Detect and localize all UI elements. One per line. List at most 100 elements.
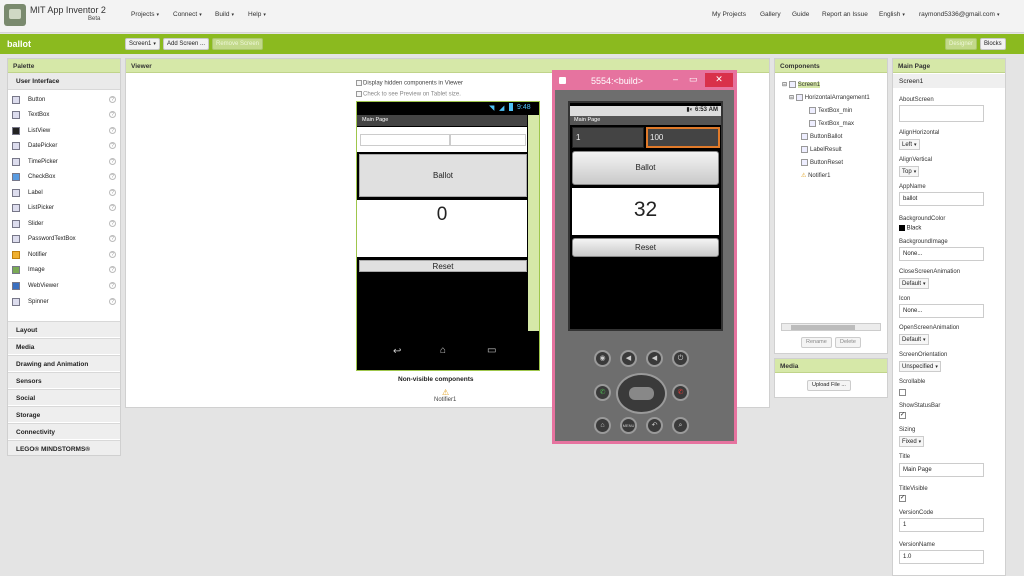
horizontal-scrollbar[interactable] — [781, 323, 881, 331]
icon-field[interactable]: None... — [899, 304, 984, 318]
palette-item-webviewer[interactable]: WebViewer? — [8, 279, 120, 294]
titlevisible-checkbox[interactable]: ✓ — [899, 495, 906, 502]
link-gallery[interactable]: Gallery — [760, 11, 781, 18]
palette-item-datepicker[interactable]: DatePicker? — [8, 139, 120, 154]
palette-category-layout[interactable]: Layout — [8, 321, 120, 337]
volume-up-icon[interactable]: ◀ — [646, 350, 663, 367]
call-icon[interactable]: ✆ — [594, 384, 611, 401]
palette-category-social[interactable]: Social — [8, 389, 120, 405]
back-icon[interactable]: ↩ — [393, 346, 401, 357]
appname-field[interactable]: ballot — [899, 192, 984, 206]
tree-button-reset[interactable]: ButtonReset — [801, 159, 843, 166]
tree-horizontal-arrangement[interactable]: ⊟ HorizontalArrangement1 — [789, 94, 870, 101]
palette-category-drawing[interactable]: Drawing and Animation — [8, 355, 120, 371]
backgroundimage-field[interactable]: None... — [899, 247, 984, 261]
versioncode-field[interactable]: 1 — [899, 518, 984, 532]
preview-scrollbar[interactable] — [528, 115, 539, 331]
designer-button[interactable]: Designer — [945, 38, 978, 50]
palette-item-spinner[interactable]: Spinner? — [8, 295, 120, 310]
end-call-icon[interactable]: ✆ — [672, 384, 689, 401]
language-menu[interactable]: English ▾ — [879, 11, 905, 18]
help-icon[interactable]: ? — [109, 220, 116, 227]
palette-category-lego[interactable]: LEGO® MINDSTORMS® — [8, 440, 120, 455]
tree-textbox-min[interactable]: TextBox_min — [809, 107, 852, 114]
add-screen-button[interactable]: Add Screen ... — [163, 38, 210, 50]
menu-build[interactable]: Build ▾ — [215, 11, 234, 18]
palette-item-button[interactable]: Button? — [8, 93, 120, 108]
title-field[interactable]: Main Page — [899, 463, 984, 477]
help-icon[interactable]: ? — [109, 235, 116, 242]
menu-help[interactable]: Help ▾ — [248, 11, 266, 18]
checkbox[interactable] — [356, 80, 362, 86]
palette-item-textbox[interactable]: TextBox? — [8, 108, 120, 123]
notifier-label[interactable]: Notifier1 — [434, 397, 456, 403]
aboutscreen-textarea[interactable] — [899, 105, 984, 122]
help-icon[interactable]: ? — [109, 282, 116, 289]
link-guide[interactable]: Guide — [792, 11, 809, 18]
palette-category-media[interactable]: Media — [8, 338, 120, 354]
palette-item-label[interactable]: Label? — [8, 186, 120, 201]
alignhorizontal-dropdown[interactable]: Left ▾ — [899, 139, 920, 150]
link-report-issue[interactable]: Report an Issue — [822, 11, 868, 18]
palette-item-timepicker[interactable]: TimePicker? — [8, 155, 120, 170]
emulator-textbox-max[interactable]: 100 — [646, 127, 720, 148]
rename-button[interactable]: Rename — [801, 337, 832, 348]
remove-screen-button[interactable]: Remove Screen — [212, 38, 264, 50]
palette-item-image[interactable]: Image? — [8, 263, 120, 278]
tree-notifier[interactable]: ⚠ Notifier1 — [801, 172, 830, 179]
scrollbar-thumb[interactable] — [791, 325, 855, 330]
versionname-field[interactable]: 1.0 — [899, 550, 984, 564]
help-icon[interactable]: ? — [109, 158, 116, 165]
palette-item-passwordtextbox[interactable]: PasswordTextBox? — [8, 232, 120, 247]
screenorientation-dropdown[interactable]: Unspecified ▾ — [899, 361, 941, 372]
upload-file-button[interactable]: Upload File ... — [807, 380, 851, 391]
menu-key[interactable]: MENU — [620, 417, 637, 434]
tree-textbox-max[interactable]: TextBox_max — [809, 120, 854, 127]
volume-down-icon[interactable]: ◀ — [620, 350, 637, 367]
dpad-center[interactable] — [629, 387, 654, 400]
tree-button-ballot[interactable]: ButtonBallot — [801, 133, 842, 140]
account-menu[interactable]: raymond5336@gmail.com ▾ — [919, 11, 999, 18]
result-label-preview[interactable]: 0 — [357, 200, 527, 257]
camera-icon[interactable]: ◉ — [594, 350, 611, 367]
tablet-preview-option[interactable]: Check to see Preview on Tablet size. — [356, 91, 461, 98]
palette-item-listview[interactable]: ListView? — [8, 124, 120, 139]
openscreenanimation-dropdown[interactable]: Default ▾ — [899, 334, 929, 345]
close-icon[interactable]: ✕ — [705, 73, 733, 87]
palette-item-slider[interactable]: Slider? — [8, 217, 120, 232]
help-icon[interactable]: ? — [109, 298, 116, 305]
help-icon[interactable]: ? — [109, 142, 116, 149]
minimize-icon[interactable]: – — [673, 74, 678, 84]
help-icon[interactable]: ? — [109, 204, 116, 211]
palette-item-notifier[interactable]: Notifier? — [8, 248, 120, 263]
screen-selector[interactable]: Screen1 ▾ — [125, 38, 160, 50]
help-icon[interactable]: ? — [109, 111, 116, 118]
checkbox[interactable] — [356, 91, 362, 97]
power-icon[interactable]: ⏻ — [672, 350, 689, 367]
emulator-ballot-button[interactable]: Ballot — [572, 151, 719, 185]
backgroundcolor-picker[interactable]: Black — [899, 225, 921, 232]
menu-projects[interactable]: Projects ▾ — [131, 11, 159, 18]
reset-button-preview[interactable]: Reset — [359, 260, 527, 272]
help-icon[interactable]: ? — [109, 251, 116, 258]
alignvertical-dropdown[interactable]: Top ▾ — [899, 166, 920, 177]
link-my-projects[interactable]: My Projects — [712, 11, 746, 18]
help-icon[interactable]: ? — [109, 189, 116, 196]
show-hidden-option[interactable]: Display hidden components in Viewer — [356, 80, 463, 87]
palette-section-user-interface[interactable]: User Interface — [8, 73, 120, 90]
textbox-min-preview[interactable] — [360, 134, 450, 146]
textbox-max-preview[interactable] — [450, 134, 526, 146]
help-icon[interactable]: ? — [109, 173, 116, 180]
palette-category-sensors[interactable]: Sensors — [8, 372, 120, 388]
home-icon[interactable]: ⌂ — [440, 345, 446, 356]
emulator-titlebar[interactable]: 5554:<build> – ▭ ✕ — [555, 73, 734, 90]
menu-connect[interactable]: Connect ▾ — [173, 11, 202, 18]
tree-screen1[interactable]: ⊟ Screen1 — [782, 81, 821, 89]
maximize-icon[interactable]: ▭ — [689, 74, 698, 85]
emulator-textbox-min[interactable]: 1 — [572, 127, 644, 148]
closescreenanimation-dropdown[interactable]: Default ▾ — [899, 278, 929, 289]
scrollable-checkbox[interactable] — [899, 389, 906, 396]
palette-item-listpicker[interactable]: ListPicker? — [8, 201, 120, 216]
palette-item-checkbox[interactable]: CheckBox? — [8, 170, 120, 185]
warning-icon[interactable]: ⚠ — [442, 388, 449, 397]
